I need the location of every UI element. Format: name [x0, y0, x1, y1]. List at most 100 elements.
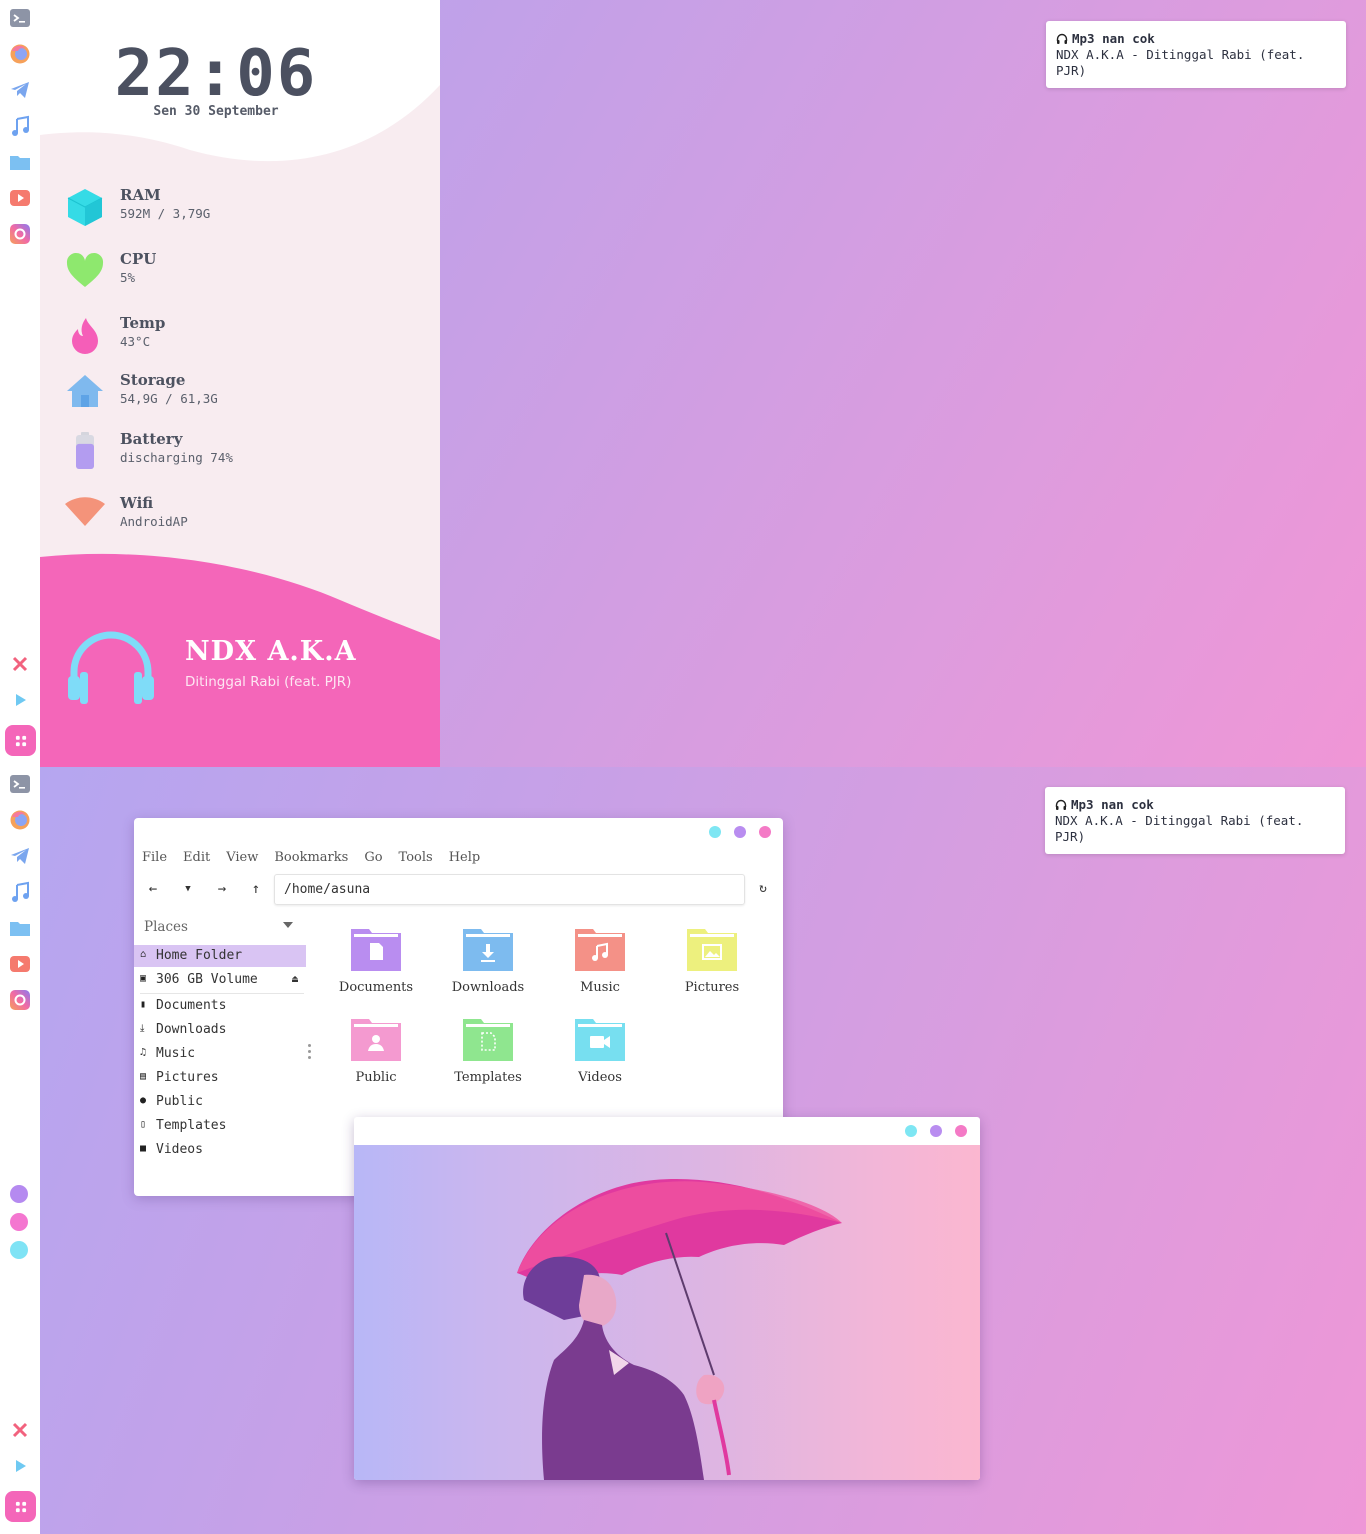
umbrella-girl-illustration [517, 1179, 842, 1480]
firefox-icon[interactable] [8, 42, 32, 66]
document-icon [351, 929, 401, 971]
headphones-icon [68, 631, 154, 704]
folder-downloads[interactable]: Downloads [438, 925, 538, 1005]
home-icon: ⌂ [140, 949, 147, 960]
menu-tools[interactable]: Tools [399, 850, 433, 865]
sidebar-item-label: Pictures [156, 1070, 219, 1085]
dock [0, 767, 40, 1534]
music-notification[interactable]: Mp3 nan cok NDX A.K.A - Ditinggal Rabi (… [1046, 21, 1346, 88]
eject-icon[interactable]: ⏏ [292, 974, 298, 985]
maximize-button[interactable] [930, 1125, 942, 1137]
window-controls [709, 826, 771, 838]
close-button[interactable] [955, 1125, 967, 1137]
sidebar-item-music[interactable]: ♫ Music [134, 1043, 306, 1065]
folder-label: Documents [338, 980, 414, 995]
template-icon: ▯ [140, 1119, 147, 1130]
sidebar-item-home[interactable]: ⌂ Home Folder [134, 945, 306, 967]
close-button[interactable] [759, 826, 771, 838]
places-header[interactable]: Places [144, 919, 188, 935]
reload-icon[interactable]: ↻ [754, 880, 772, 898]
back-arrow-icon[interactable]: ← [144, 880, 162, 898]
notification-title: Mp3 nan cok [1071, 797, 1154, 812]
stat-value: 54,9G / 61,3G [120, 391, 218, 406]
workspace-dot-cyan[interactable] [10, 1241, 28, 1259]
youtube-icon[interactable] [8, 952, 32, 976]
minimize-button[interactable] [905, 1125, 917, 1137]
sidebar-item-templates[interactable]: ▯ Templates [134, 1115, 306, 1137]
folder-templates[interactable]: Templates [438, 1015, 538, 1095]
date: Sen 30 September [153, 104, 279, 119]
music-icon[interactable] [8, 880, 32, 904]
apps-grid-icon[interactable] [5, 725, 36, 756]
sidebar-item-pictures[interactable]: ▤ Pictures [134, 1067, 306, 1089]
download-icon: ⤓ [140, 1023, 145, 1034]
telegram-icon[interactable] [8, 78, 32, 102]
folder-icon[interactable] [8, 916, 32, 940]
picture-icon [687, 929, 737, 971]
chevron-down-icon[interactable] [283, 922, 293, 928]
stat-ram: RAM 592M / 3,79G [64, 186, 424, 236]
workspace-dot-purple[interactable] [10, 1185, 28, 1203]
menu-help[interactable]: Help [449, 850, 481, 865]
instagram-icon[interactable] [8, 222, 32, 246]
close-icon[interactable] [8, 1418, 32, 1442]
menu-bookmarks[interactable]: Bookmarks [274, 850, 348, 865]
wifi-icon [65, 497, 105, 526]
menu-view[interactable]: View [226, 850, 258, 865]
stat-name: Battery [120, 430, 183, 448]
stat-value: discharging 74% [120, 450, 233, 465]
folder-music[interactable]: Music [550, 925, 650, 1005]
folder-videos[interactable]: Videos [550, 1015, 650, 1095]
folder-pictures[interactable]: Pictures [662, 925, 762, 1005]
sidebar-item-volume[interactable]: ▣ 306 GB Volume ⏏ [134, 969, 306, 991]
instagram-icon[interactable] [8, 988, 32, 1012]
menu-go[interactable]: Go [364, 850, 382, 865]
user-icon [351, 1019, 401, 1061]
workspace-dot-pink[interactable] [10, 1213, 28, 1231]
music-notification[interactable]: Mp3 nan cok NDX A.K.A - Ditinggal Rabi (… [1045, 787, 1345, 854]
headphones-icon [1055, 799, 1067, 810]
folder-icon[interactable] [8, 150, 32, 174]
sidebar-item-documents[interactable]: ▮ Documents [134, 995, 306, 1017]
terminal-icon[interactable] [8, 772, 32, 796]
cube-icon [67, 189, 103, 226]
forward-arrow-icon[interactable]: → [213, 880, 231, 898]
sidebar-item-public[interactable]: ● Public [134, 1091, 306, 1113]
maximize-button[interactable] [734, 826, 746, 838]
sidebar-resize-handle[interactable] [308, 1044, 312, 1062]
apps-grid-icon[interactable] [5, 1491, 36, 1522]
terminal-icon[interactable] [8, 6, 32, 30]
path-input[interactable]: /home/asuna [274, 874, 745, 905]
minimize-button[interactable] [709, 826, 721, 838]
document-icon: ▮ [140, 999, 147, 1010]
stat-storage: Storage 54,9G / 61,3G [64, 371, 424, 421]
folder-public[interactable]: Public [326, 1015, 426, 1095]
play-icon[interactable] [8, 1454, 32, 1478]
menu-file[interactable]: File [142, 850, 167, 865]
close-icon[interactable] [8, 652, 32, 676]
menu-edit[interactable]: Edit [183, 850, 210, 865]
image-canvas [354, 1145, 980, 1480]
telegram-icon[interactable] [8, 844, 32, 868]
video-icon: ■ [140, 1143, 147, 1154]
play-icon[interactable] [8, 688, 32, 712]
sidebar-item-downloads[interactable]: ⤓ Downloads [134, 1019, 306, 1041]
youtube-icon[interactable] [8, 186, 32, 210]
headphones-icon [1056, 33, 1068, 44]
folder-documents[interactable]: Documents [326, 925, 426, 1005]
up-arrow-icon[interactable]: ↑ [247, 880, 265, 898]
stat-value: AndroidAP [120, 514, 188, 529]
image-viewer-window [354, 1117, 980, 1480]
users-icon: ● [140, 1095, 147, 1106]
firefox-icon[interactable] [8, 808, 32, 832]
stat-temp: Temp 43°C [64, 314, 424, 364]
download-icon [463, 929, 513, 971]
flame-icon [72, 318, 98, 354]
sidebar-item-videos[interactable]: ■ Videos [134, 1139, 306, 1161]
stat-name: Storage [120, 371, 186, 389]
music-icon[interactable] [8, 114, 32, 138]
history-dropdown-icon[interactable]: ▼ [179, 880, 197, 898]
sidebar-item-label: Home Folder [156, 948, 243, 963]
song-title: Ditinggal Rabi (feat. PJR) [185, 674, 352, 690]
folder-label: Downloads [451, 980, 525, 995]
